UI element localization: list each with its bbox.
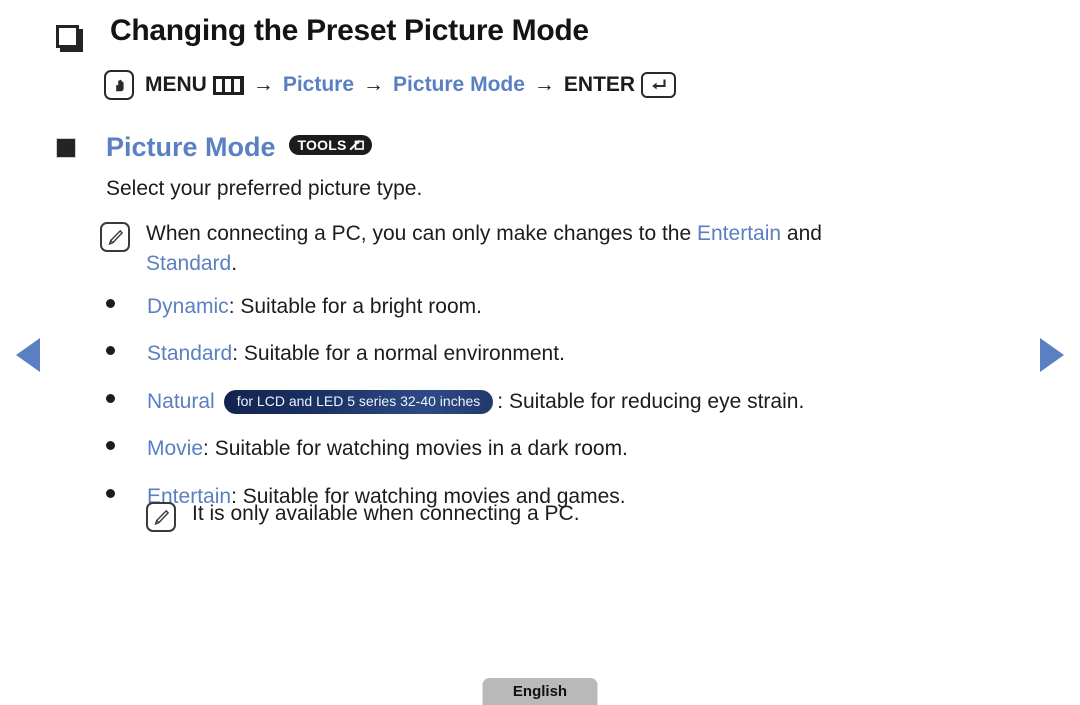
bullet-dot-icon xyxy=(106,393,115,403)
note-top-text-before: When connecting a PC, you can only make … xyxy=(146,222,697,245)
manual-page: Changing the Preset Picture Mode MENU → … xyxy=(0,0,1080,705)
list-item: Movie : Suitable for watching movies in … xyxy=(106,434,1056,464)
hollow-square-marker xyxy=(56,25,79,48)
menu-path-step-picture[interactable]: Picture xyxy=(283,73,354,97)
page-title: Changing the Preset Picture Mode xyxy=(110,14,589,47)
mode-name: Movie xyxy=(147,437,204,461)
picture-mode-list: Dynamic : Suitable for a bright room. St… xyxy=(106,292,1056,529)
mode-name: Standard xyxy=(147,342,233,366)
tools-badge-label: TOOLS xyxy=(297,136,347,153)
section-description: Select your preferred picture type. xyxy=(106,177,423,200)
list-item: Natural for LCD and LED 5 series 32-40 i… xyxy=(106,387,1056,417)
mode-name: Natural xyxy=(147,389,215,413)
menu-path-enter-label: ENTER xyxy=(563,73,636,96)
menu-path-step-picture-mode[interactable]: Picture Mode xyxy=(393,73,525,97)
triangle-left-icon[interactable] xyxy=(16,338,40,372)
mode-description: : Suitable for a bright room. xyxy=(228,295,482,318)
enter-return-icon xyxy=(641,72,677,98)
tools-arrow-icon xyxy=(349,138,364,152)
language-button[interactable]: English xyxy=(482,678,598,705)
page-heading: Changing the Preset Picture Mode xyxy=(56,12,589,50)
menu-path-arrow-1: → xyxy=(252,73,274,96)
bullet-dot-icon xyxy=(106,299,115,308)
menu-path-arrow-2: → xyxy=(363,73,385,96)
note-top-text-middle: and xyxy=(781,222,822,245)
bullet-dot-icon xyxy=(106,488,115,498)
language-label: English xyxy=(512,683,568,700)
tools-badge: TOOLS xyxy=(288,134,372,155)
bullet-dot-icon xyxy=(106,441,115,451)
mode-description: : Suitable for watching movies in a dark… xyxy=(203,437,628,461)
list-item: Standard : Suitable for a normal environ… xyxy=(106,339,1056,369)
mode-description: : Suitable for a normal environment. xyxy=(232,342,565,366)
menu-path-arrow-3: → xyxy=(533,73,555,96)
menu-grid-icon xyxy=(212,75,244,95)
note-block-top: When connecting a PC, you can only make … xyxy=(100,219,1000,280)
mode-name: Dynamic xyxy=(147,295,229,318)
filled-square-marker xyxy=(56,137,76,158)
note-pencil-icon xyxy=(100,222,130,252)
note-top-text: When connecting a PC, you can only make … xyxy=(146,219,822,280)
menu-path-menu-label: MENU xyxy=(145,73,207,96)
section-header: Picture Mode TOOLS xyxy=(56,132,372,163)
note-top-text-after: . xyxy=(231,252,238,276)
note-top-highlight-entertain: Entertain xyxy=(697,222,782,245)
note-top-highlight-standard: Standard xyxy=(146,252,232,276)
hand-press-icon xyxy=(104,70,134,100)
model-applicability-badge: for LCD and LED 5 series 32-40 inches xyxy=(223,389,494,414)
bullet-dot-icon xyxy=(106,346,115,356)
list-item: Dynamic : Suitable for a bright room. xyxy=(106,292,1056,322)
section-title: Picture Mode xyxy=(106,132,276,162)
note-block-bottom: It is only available when connecting a P… xyxy=(146,499,580,532)
mode-description: : Suitable for reducing eye strain. xyxy=(497,389,805,413)
menu-path: MENU → Picture → Picture Mode → ENTER xyxy=(104,70,677,100)
note-bottom-text: It is only available when connecting a P… xyxy=(192,502,580,525)
note-pencil-icon xyxy=(146,502,176,532)
